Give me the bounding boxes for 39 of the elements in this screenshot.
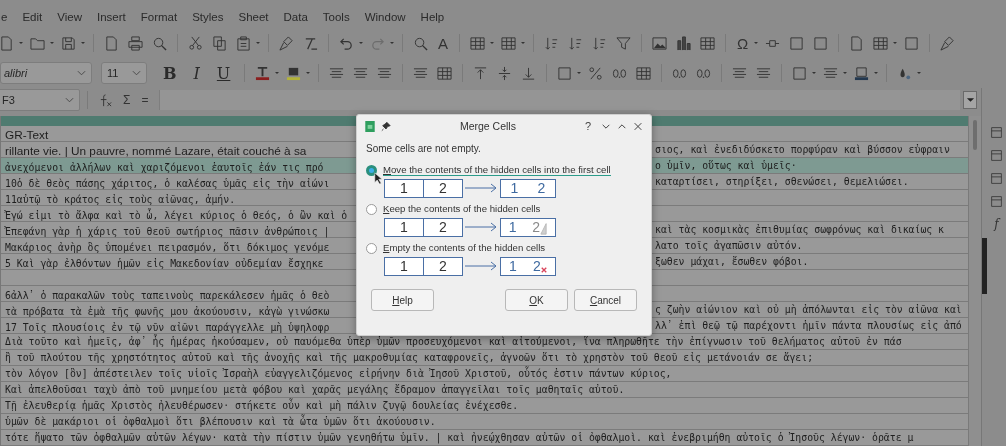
table-cell: τὰ πρόβατα τὰ ἐμὰ τῆς φωνῆς μου ἀκούουσιν, κἀγὼ γινώσκω — [5, 305, 330, 317]
table-cell: ξωθεν μάχαι, ἔσωθεν φόβοι. — [655, 256, 809, 267]
table-cell: rillante vie. | Un pauvre, nommé Lazare, était couché à sa — [5, 143, 307, 158]
table-cell: GR-Text — [5, 127, 49, 142]
cell-value: 1 — [384, 178, 424, 198]
table-cell: ο ὑμῖν, οὕτως καὶ ὑμεῖς· — [655, 160, 797, 171]
table-cell-text: τὸν λόγον [ὃν] ἀπέστειλεν τοῖς υἱοῖς Ἰσραὴλ εὐαγγελιζόμενος εἰρήνην διὰ Ἰησοῦ Χριστοῦ, οὗτός ἐστιν πάντων κύριος, — [4, 368, 672, 379]
table-cell: Ἐγώ εἰμι τὸ ἄλφα καὶ τὸ ὦ, λέγει κύριος ὁ θεός, ὁ ὢν καὶ ὁ — [5, 209, 348, 221]
cell-value: 2 — [423, 256, 463, 276]
dialog-message: Some cells are not empty. — [366, 143, 482, 154]
cell-value: 1 — [509, 258, 517, 274]
table-cell: 10ὁ δὲ θεὸς πάσης χάριτος, ὁ καλέσας ὑμᾶς εἰς τὴν αἰώνι — [5, 177, 330, 189]
cell-value: 1 — [508, 219, 517, 235]
cell-value: 1 — [384, 256, 424, 276]
cell-value: 2 — [423, 217, 463, 237]
table-cell: 17 Τοῖς πλουσίοις ἐν τῷ νῦν αἰῶνι παράγγελλε μὴ ὑψηλοφρ — [5, 321, 330, 333]
table-cell: ἀνεχόμενοι ἀλλήλων καὶ χαριζόμενοι ἑαυτοῖς ἐάν τις πρό — [5, 161, 324, 173]
table-cell: Μακάριος ἀνὴρ ὃς ὑπομένει πειρασμόν, ὅτι δόκιμος γενόμε — [5, 241, 330, 253]
table-cell: καταρτίσει, στηρίξει, σθενώσει, θεμελιώσει. — [655, 176, 909, 187]
table-cell-text: Διὰ τοῦτο καὶ ἡμεῖς, ἀφ᾽ ἧς ἡμέρας ἠκούσαμεν, οὐ παυόμεθα ὑπὲρ ὑμῶν προσευχόμενοι καὶ αἰτούμενοι, ἵνα πληρωθῆτε τὴν ἐπίγνωσιν τοῦ θελήματος αὐτοῦ ἐν πάσ — [4, 336, 902, 347]
table-cell: 11αὐτῷ τὸ κράτος εἰς τοὺς αἰῶνας, ἀμήν. — [5, 193, 236, 205]
table-cell: σιος, καὶ ἐνεδιδύσκετο πορφύραν καὶ βύσσον εὐφραιν — [655, 144, 950, 155]
cell-value: 1 — [384, 217, 424, 237]
table-cell: 5 Καὶ γὰρ ἐλθόντων ἡμῶν εἰς Μακεδονίαν οὐδεμίαν ἔσχηκε — [5, 257, 324, 269]
table-cell-text: τότε ἥψατο τῶν ὀφθαλμῶν αὐτῶν λέγων· κατὰ τὴν πίστιν ὑμῶν γενηθήτω ὑμῖν. | καὶ ἠνεῴχθησαν αὐτῶν οἱ ὀφθαλμοὶ. καὶ ἐνεβριμήθη αὐτοῖς ὁ Ἰησοῦς λέγων· ὁρᾶτε μ — [4, 432, 914, 443]
table-cell: 6ἀλλ᾽ ὁ παρακαλῶν τοὺς ταπεινοὺς παρεκάλεσεν ἡμᾶς ὁ θεὸ — [5, 289, 330, 301]
dialog-title: Merge Cells — [458, 120, 517, 132]
cell-value: 2 — [532, 219, 541, 235]
table-cell-text: Καὶ ἀπελθοῦσαι ταχὺ ἀπὸ τοῦ μνημείου μετὰ φόβου καὶ χαρᾶς μεγάλης ἔδραμον ἀπαγγεῖλαι τοῖς μαθηταῖς αὐτοῦ. — [4, 384, 625, 395]
table-cell: Ἐπεφάνη γὰρ ἡ χάρις τοῦ θεοῦ σωτήριος πᾶσιν ἀνθρώποις | — [5, 225, 330, 237]
table-cell: καὶ τὰς κοσμικὰς ἐπιθυμίας σωφρόνως καὶ δικαίως κ — [655, 224, 944, 235]
table-cell: λατο τοῖς ἀγαπῶσιν αὐτόν. — [655, 240, 803, 251]
cell-value: 2 — [533, 258, 541, 274]
table-cell-text: ὑμῶν δὲ μακάριοι οἱ ὀφθαλμοὶ ὅτι βλέπουσιν καὶ τὰ ὦτα ὑμῶν ὅτι ἀκούουσιν. — [4, 416, 436, 427]
table-cell: ς ζωὴν αἰώνιον καὶ οὐ μὴ ἀπόλωνται εἰς τὸν αἰῶνα καὶ — [655, 304, 962, 315]
table-cell-text: ἢ τοῦ πλούτου τῆς χρηστότητος αὐτοῦ καὶ τῆς ἀνοχῆς καὶ τῆς μακροθυμίας καταφρονεῖς, ἀγνοῶν ὅτι τὸ χρηστὸν τοῦ θεοῦ εἰς μετάνοιάν σε ἄγει; — [4, 352, 814, 363]
table-cell-text: Τῇ ἐλευθερίᾳ ἡμᾶς Χριστὸς ἠλευθέρωσεν· στήκετε οὖν καὶ μὴ πάλιν ζυγῷ δουλείας ἐνέχεσθε. — [4, 400, 519, 411]
table-cell: λλ᾽ ἐπὶ θεῷ τῷ παρέχοντι ἡμῖν πάντα πλουσίως εἰς ἀπό — [655, 320, 962, 331]
cell-value: 2 — [423, 178, 463, 198]
